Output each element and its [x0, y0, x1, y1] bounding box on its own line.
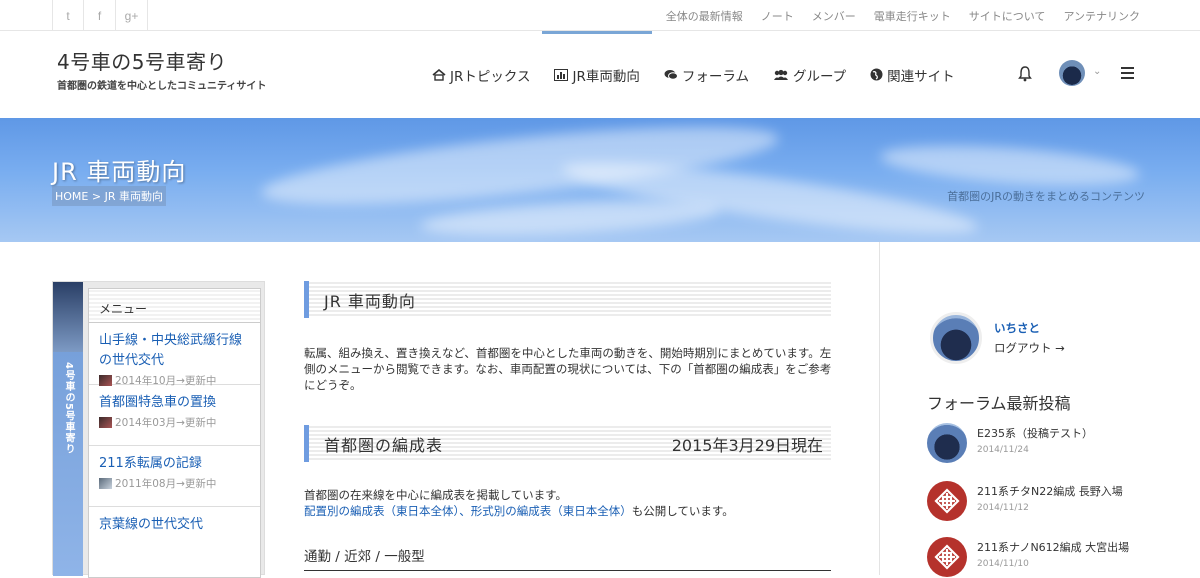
- menu-item-date: 2011年08月→更新中: [115, 478, 217, 490]
- menu-item[interactable]: 山手線・中央総武緩行線の世代交代 2014年10月→更新中: [89, 323, 260, 387]
- chevron-down-icon[interactable]: ⌄: [1093, 66, 1101, 77]
- nav-jr-topics[interactable]: JRトピックス: [420, 31, 542, 118]
- section-date: 2015年3月29日現在: [671, 435, 823, 455]
- top-link-antenna[interactable]: アンテナリンク: [1063, 8, 1140, 24]
- section-body-line: 配置別の編成表（東日本全体）、形式別の編成表（東日本全体）も公開しています。: [304, 503, 834, 519]
- google-plus-icon[interactable]: g+: [116, 0, 148, 31]
- nav-jr-vehicle-trends-label: JR車両動向: [572, 68, 640, 85]
- section-title: JR 車両動向: [324, 291, 416, 311]
- nav-jr-topics-label: JRトピックス: [450, 68, 531, 85]
- top-link-members[interactable]: メンバー: [812, 8, 856, 24]
- section-title: 首都圏の編成表: [324, 435, 444, 455]
- user-avatar[interactable]: [1059, 60, 1085, 86]
- vertical-label: 4号車の5号車寄り: [63, 362, 74, 455]
- formation-table-links[interactable]: 配置別の編成表（東日本全体）、形式別の編成表（東日本全体）: [304, 504, 632, 518]
- post-date: 2014/11/10: [977, 559, 1029, 569]
- site-title[interactable]: 4号車の5号車寄り: [57, 46, 227, 75]
- menu-item-title[interactable]: 211系転属の記録: [99, 454, 250, 474]
- nav-group-label: グループ: [792, 68, 847, 85]
- bar-chart-icon: [554, 68, 569, 81]
- menu-item-title[interactable]: 京葉線の世代交代: [99, 515, 250, 535]
- section-body-suffix: も公開しています。: [631, 504, 734, 518]
- section-header-jr-trends: JR 車両動向: [304, 281, 831, 318]
- top-link-about[interactable]: サイトについて: [969, 8, 1046, 24]
- menu-item-title[interactable]: 首都圏特急車の置換: [99, 393, 250, 413]
- menu-item[interactable]: 京葉線の世代交代: [89, 507, 260, 569]
- menu-item[interactable]: 211系転属の記録 2011年08月→更新中: [89, 446, 260, 507]
- top-link-latest[interactable]: 全体の最新情報: [666, 8, 743, 24]
- section-body-line: 首都圏の在来線を中心に編成表を掲載しています。: [304, 488, 568, 502]
- group-icon: [773, 69, 789, 81]
- facebook-icon[interactable]: f: [84, 0, 116, 31]
- train-thumbnail: [99, 417, 112, 428]
- nav-group[interactable]: グループ: [761, 31, 858, 118]
- notification-bell-icon[interactable]: [1016, 65, 1034, 83]
- menu-item-meta: 2014年03月→更新中: [99, 415, 250, 430]
- nav-related-sites[interactable]: 関連サイト: [858, 31, 967, 118]
- train-photo: [53, 282, 83, 352]
- jr-logo-icon: [927, 481, 967, 521]
- post-title[interactable]: 211系ナノN612編成 大宮出場: [977, 539, 1129, 555]
- menu-item[interactable]: 首都圏特急車の置換 2014年03月→更新中: [89, 385, 260, 446]
- side-menu-heading: メニュー: [89, 289, 260, 323]
- post-date: 2014/11/12: [977, 503, 1029, 513]
- globe-icon: [870, 68, 883, 81]
- section-body: 首都圏の在来線を中心に編成表を掲載しています。 配置別の編成表（東日本全体）、形…: [304, 487, 834, 519]
- forum-latest-heading: フォーラム最新投稿: [927, 394, 1071, 413]
- breadcrumb[interactable]: HOME > JR 車両動向: [52, 186, 166, 206]
- forum-post[interactable]: 211系チタN22編成 長野入場 2014/11/12: [927, 481, 1177, 521]
- main-nav: JRトピックス JR車両動向 フォーラム グループ 関連サイト: [420, 31, 967, 118]
- post-title[interactable]: 211系チタN22編成 長野入場: [977, 483, 1123, 499]
- top-links: 全体の最新情報 ノート メンバー 電車走行キット サイトについて アンテナリンク: [666, 8, 1140, 24]
- side-menu-stripe: 4号車の5号車寄り: [53, 282, 83, 576]
- forum-post[interactable]: 211系ナノN612編成 大宮出場 2014/11/10: [927, 537, 1177, 577]
- nav-related-sites-label: 関連サイト: [887, 68, 955, 85]
- site-subtitle: 首都圏の鉄道を中心としたコミュニティサイト: [57, 81, 267, 92]
- nav-forum-label: フォーラム: [681, 68, 749, 85]
- column-divider: [879, 242, 880, 575]
- house-icon: [432, 68, 446, 81]
- menu-item-title[interactable]: 山手線・中央総武緩行線の世代交代: [99, 331, 250, 371]
- side-menu: 4号車の5号車寄り メニュー 山手線・中央総武緩行線の世代交代 2014年10月…: [52, 281, 265, 578]
- chat-icon: [664, 69, 678, 81]
- logout-link[interactable]: ログアウト →: [994, 340, 1065, 356]
- site-header: 4号車の5号車寄り 首都圏の鉄道を中心としたコミュニティサイト JRトピックス …: [0, 31, 1200, 118]
- subsection-heading: 通勤 / 近郊 / 一般型: [304, 545, 831, 571]
- nav-jr-vehicle-trends[interactable]: JR車両動向: [542, 31, 653, 118]
- section-header-formations: 首都圏の編成表 2015年3月29日現在: [304, 425, 831, 462]
- menu-item-meta: 2011年08月→更新中: [99, 476, 250, 491]
- top-bar: t f g+ 全体の最新情報 ノート メンバー 電車走行キット サイトについて …: [0, 0, 1200, 31]
- twitter-icon[interactable]: t: [52, 0, 84, 31]
- jr-logo-icon: [927, 537, 967, 577]
- forum-post[interactable]: E235系（投稿テスト） 2014/11/24: [927, 423, 1177, 463]
- username-link[interactable]: いちさと: [994, 320, 1040, 336]
- post-date: 2014/11/24: [977, 445, 1029, 455]
- hero-tagline: 首都圏のJRの動きをまとめるコンテンツ: [947, 190, 1145, 203]
- train-thumbnail: [99, 478, 112, 489]
- train-thumbnail: [99, 375, 112, 386]
- top-link-train-kit[interactable]: 電車走行キット: [874, 8, 951, 24]
- hamburger-menu-icon[interactable]: [1121, 67, 1134, 79]
- post-thumbnail: [927, 423, 967, 463]
- hero-banner: JR 車両動向 HOME > JR 車両動向 首都圏のJRの動きをまとめるコンテ…: [0, 118, 1200, 242]
- page-title: JR 車両動向: [52, 158, 187, 186]
- menu-item-date: 2014年03月→更新中: [115, 417, 217, 429]
- nav-forum[interactable]: フォーラム: [652, 31, 761, 118]
- profile-avatar[interactable]: [930, 312, 982, 364]
- top-link-note[interactable]: ノート: [761, 8, 794, 24]
- menu-item-date: 2014年10月→更新中: [115, 375, 217, 387]
- section-body: 転属、組み換え、置き換えなど、首都圏を中心とした車両の動きを、開始時期別にまとめ…: [304, 346, 832, 392]
- post-title[interactable]: E235系（投稿テスト）: [977, 425, 1093, 441]
- side-menu-panel: メニュー 山手線・中央総武緩行線の世代交代 2014年10月→更新中 首都圏特急…: [88, 288, 261, 578]
